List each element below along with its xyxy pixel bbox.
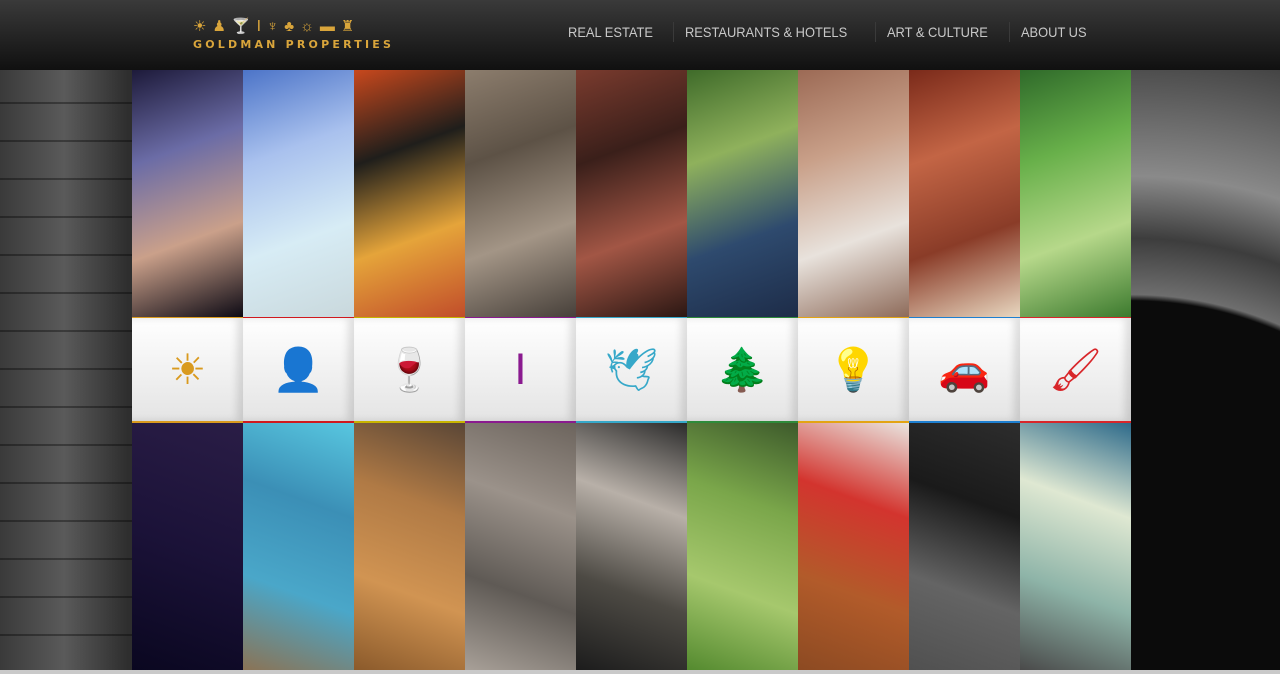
column-icon: Ⅰ [256,18,262,35]
logo-text: GOLDMAN PROPERTIES [193,38,395,51]
lightbulb-icon: ☼ [300,18,314,35]
nav-real-estate[interactable]: REAL ESTATE [557,22,664,42]
bellhop-icon: 👤 [272,345,325,393]
column-icon-tile[interactable]: 🖌 [1020,317,1131,423]
nav-restaurants-hotels[interactable]: RESTAURANTS & HOTELS [673,22,858,42]
column-top-photo[interactable] [354,70,465,317]
column-top-photo[interactable] [798,70,909,317]
portfolio-column[interactable]: Ⅰ [465,70,576,670]
column-icon-tile[interactable]: 🚗 [909,317,1020,423]
car-icon: ▬ [319,18,335,35]
column-bottom-photo[interactable] [687,423,798,670]
column-icon-tile[interactable]: 🕊 [576,317,687,423]
sun-icon: ☀ [168,345,207,393]
column-top-photo[interactable] [909,70,1020,317]
column-icon-tile[interactable]: 🌲 [687,317,798,423]
nav-about-us[interactable]: ABOUT US [1009,22,1098,42]
tree-icon: 🌲 [716,345,769,393]
paintbrush-icon: ♜ [340,18,355,35]
goldman-properties-logo[interactable]: ☀ ♟ 🍸 Ⅰ ♆ ♣ ☼ ▬ ♜ GOLDMAN PROPERTIES [193,14,423,54]
column-bottom-photo[interactable] [132,423,243,670]
paintbrush-icon: 🖌 [1048,345,1103,393]
column-top-photo[interactable] [687,70,798,317]
column-icon: Ⅰ [514,345,527,393]
portfolio-column[interactable]: 🚗 [909,70,1020,670]
nav-art-culture[interactable]: ART & CULTURE [874,22,999,42]
column-top-photo[interactable] [243,70,354,317]
top-navigation-bar: ☀ ♟ 🍸 Ⅰ ♆ ♣ ☼ ▬ ♜ GOLDMAN PROPERTIES REA… [0,0,1280,71]
portfolio-column[interactable]: 🖌 [1020,70,1131,670]
bird-icon: 🕊 [604,345,659,393]
column-top-photo[interactable] [1020,70,1131,317]
column-icon-tile[interactable]: Ⅰ [465,317,576,423]
column-icon-tile[interactable]: ☀ [132,317,243,423]
bellhop-icon: ♟ [212,18,226,35]
column-top-photo[interactable] [465,70,576,317]
portfolio-column[interactable]: ☀ [132,70,243,670]
column-bottom-photo[interactable] [465,423,576,670]
column-top-photo[interactable] [132,70,243,317]
sun-icon: ☀ [193,18,207,35]
portfolio-grid: ☀ 👤 🍷 Ⅰ 🕊 🌲 💡 🚗 🖌 [132,70,1131,670]
column-bottom-photo[interactable] [576,423,687,670]
tree-icon: ♣ [284,18,295,35]
column-bottom-photo[interactable] [243,423,354,670]
column-icon-tile[interactable]: 💡 [798,317,909,423]
background-arch-photo [1131,70,1280,674]
lightbulb-icon: 💡 [827,345,880,393]
column-bottom-photo[interactable] [354,423,465,670]
column-bottom-photo[interactable] [798,423,909,670]
logo-icon-row: ☀ ♟ 🍸 Ⅰ ♆ ♣ ☼ ▬ ♜ [193,14,423,36]
bottom-strip [0,670,1280,674]
wine-glass-icon: 🍸 [231,18,251,35]
portfolio-column[interactable]: 🌲 [687,70,798,670]
portfolio-column[interactable]: 👤 [243,70,354,670]
main-nav: REAL ESTATE RESTAURANTS & HOTELS ART & C… [557,22,1106,42]
portfolio-column[interactable]: 🍷 [354,70,465,670]
portfolio-column[interactable]: 💡 [798,70,909,670]
column-icon-tile[interactable]: 👤 [243,317,354,423]
column-top-photo[interactable] [576,70,687,317]
portfolio-column[interactable]: 🕊 [576,70,687,670]
car-icon: 🚗 [938,345,991,393]
column-bottom-photo[interactable] [909,423,1020,670]
bird-icon: ♆ [267,18,279,35]
wine-glass-icon: 🍷 [383,345,436,393]
column-bottom-photo[interactable] [1020,423,1131,670]
column-icon-tile[interactable]: 🍷 [354,317,465,423]
